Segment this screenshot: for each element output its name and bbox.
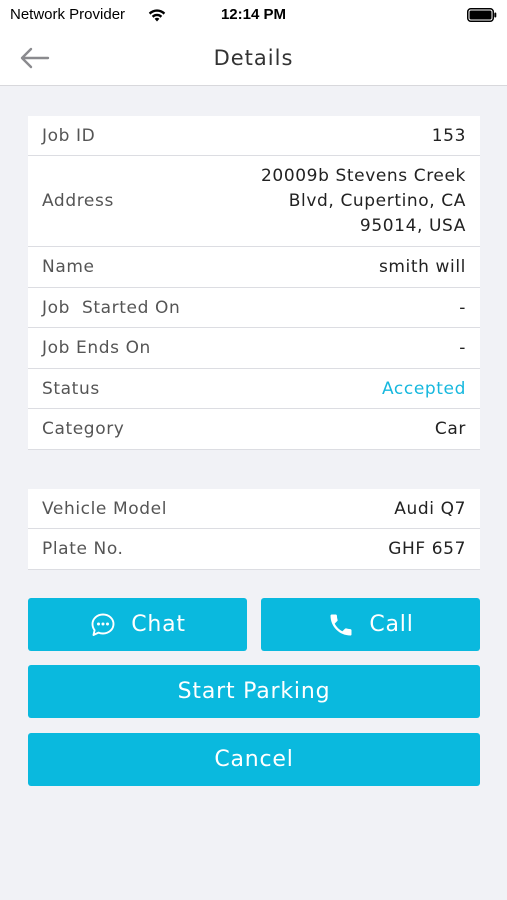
address-row: Address 20009b Stevens Creek Blvd, Cuper… bbox=[28, 156, 480, 247]
plate-number-row: Plate No. GHF 657 bbox=[28, 529, 480, 570]
chat-button[interactable]: Chat bbox=[28, 598, 247, 651]
vehicle-model-label: Vehicle Model bbox=[42, 498, 168, 519]
call-button-label: Call bbox=[369, 612, 414, 637]
plate-number-value: GHF 657 bbox=[388, 539, 466, 559]
category-label: Category bbox=[42, 419, 125, 439]
vehicle-details-card: Vehicle Model Audi Q7 Plate No. GHF 657 bbox=[28, 489, 480, 570]
plate-number-label: Plate No. bbox=[42, 539, 124, 559]
cancel-button[interactable]: Cancel bbox=[28, 733, 480, 786]
status-badge: Accepted bbox=[382, 378, 466, 399]
category-row: Category Car bbox=[28, 409, 480, 450]
job-started-row: Job Started On - bbox=[28, 288, 480, 328]
page-title: Details bbox=[213, 46, 294, 70]
job-started-value: - bbox=[459, 297, 466, 318]
category-value: Car bbox=[434, 419, 466, 439]
job-ends-label: Job Ends On bbox=[42, 338, 151, 358]
address-value: 20009b Stevens Creek Blvd, Cupertino, CA… bbox=[261, 165, 466, 236]
address-label: Address bbox=[42, 191, 114, 211]
job-id-value: 153 bbox=[431, 125, 466, 146]
vehicle-model-value: Audi Q7 bbox=[394, 498, 466, 519]
navigation-bar: Details bbox=[0, 30, 507, 86]
chat-bubble-icon bbox=[91, 613, 115, 636]
status-label: Status bbox=[42, 378, 100, 399]
name-row: Name smith will bbox=[28, 247, 480, 288]
chat-button-label: Chat bbox=[131, 612, 186, 637]
start-parking-label: Start Parking bbox=[177, 679, 331, 704]
cancel-label: Cancel bbox=[214, 747, 294, 772]
call-button[interactable]: Call bbox=[261, 598, 480, 651]
status-row: Status Accepted bbox=[28, 369, 480, 409]
name-label: Name bbox=[42, 257, 95, 277]
job-ends-value: - bbox=[459, 338, 466, 358]
job-id-row: Job ID 153 bbox=[28, 116, 480, 156]
start-parking-button[interactable]: Start Parking bbox=[28, 665, 480, 718]
clock-time: 12:14 PM bbox=[220, 6, 287, 23]
job-id-label: Job ID bbox=[42, 125, 96, 146]
battery-icon bbox=[467, 8, 497, 22]
job-details-card: Job ID 153 Address 20009b Stevens Creek … bbox=[28, 116, 480, 450]
status-bar: Network Provider 12:14 PM bbox=[0, 0, 507, 30]
name-value: smith will bbox=[378, 257, 466, 277]
job-ends-row: Job Ends On - bbox=[28, 328, 480, 369]
phone-icon bbox=[330, 614, 352, 635]
job-started-label: Job Started On bbox=[42, 297, 181, 318]
vehicle-model-row: Vehicle Model Audi Q7 bbox=[28, 489, 480, 529]
